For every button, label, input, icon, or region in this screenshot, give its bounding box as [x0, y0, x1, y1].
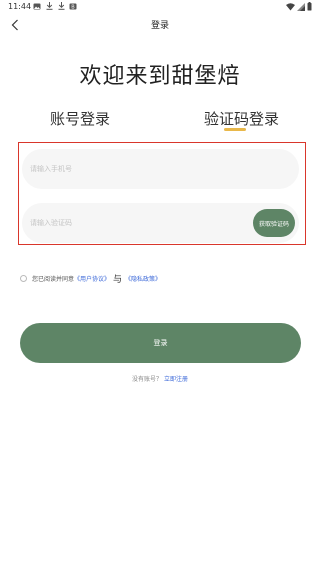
agreement-and: 与: [113, 275, 123, 285]
svg-text:B: B: [71, 4, 75, 10]
register-link[interactable]: 立即注册: [164, 376, 188, 383]
battery-icon: [307, 2, 312, 13]
download-icon: [45, 2, 53, 10]
agreement-row: 您已阅读并同意 《用户协议》 与 《隐私政策》: [20, 272, 161, 285]
phone-input[interactable]: [22, 149, 299, 189]
status-system-icons: [286, 2, 312, 13]
page-title: 登录: [150, 21, 169, 31]
image-icon: [33, 2, 41, 10]
wifi-icon: [286, 2, 295, 13]
app-icon: B: [69, 2, 77, 10]
signal-icon: [297, 2, 305, 13]
login-button[interactable]: 登录: [20, 323, 301, 363]
status-time: 11:44: [8, 2, 32, 11]
phone-field[interactable]: [22, 149, 299, 189]
code-field[interactable]: 获取验证码: [22, 203, 299, 243]
active-tab-indicator: [224, 128, 246, 131]
privacy-policy-link[interactable]: 《隐私政策》: [125, 274, 161, 283]
status-bar: 11:44 B: [0, 0, 320, 14]
get-code-button[interactable]: 获取验证码: [253, 209, 295, 237]
download-icon: [57, 2, 65, 10]
welcome-heading: 欢迎来到甜堡焙: [79, 64, 241, 89]
tab-code-login[interactable]: 验证码登录: [204, 108, 279, 129]
status-notification-icons: B: [33, 2, 77, 10]
agreement-checkbox[interactable]: [20, 275, 27, 282]
login-screen: 11:44 B 登录 欢迎来到甜堡焙 账号登录 验证码登录 请输入手机号 请输入…: [0, 0, 320, 568]
nav-bar: 登录: [0, 14, 320, 36]
user-agreement-link[interactable]: 《用户协议》: [74, 274, 110, 283]
tab-account-login[interactable]: 账号登录: [50, 108, 110, 129]
agreement-prefix: 您已阅读并同意: [32, 276, 75, 283]
register-prompt: 没有账号？: [132, 376, 163, 383]
register-row: 没有账号？ 立即注册: [0, 374, 320, 383]
